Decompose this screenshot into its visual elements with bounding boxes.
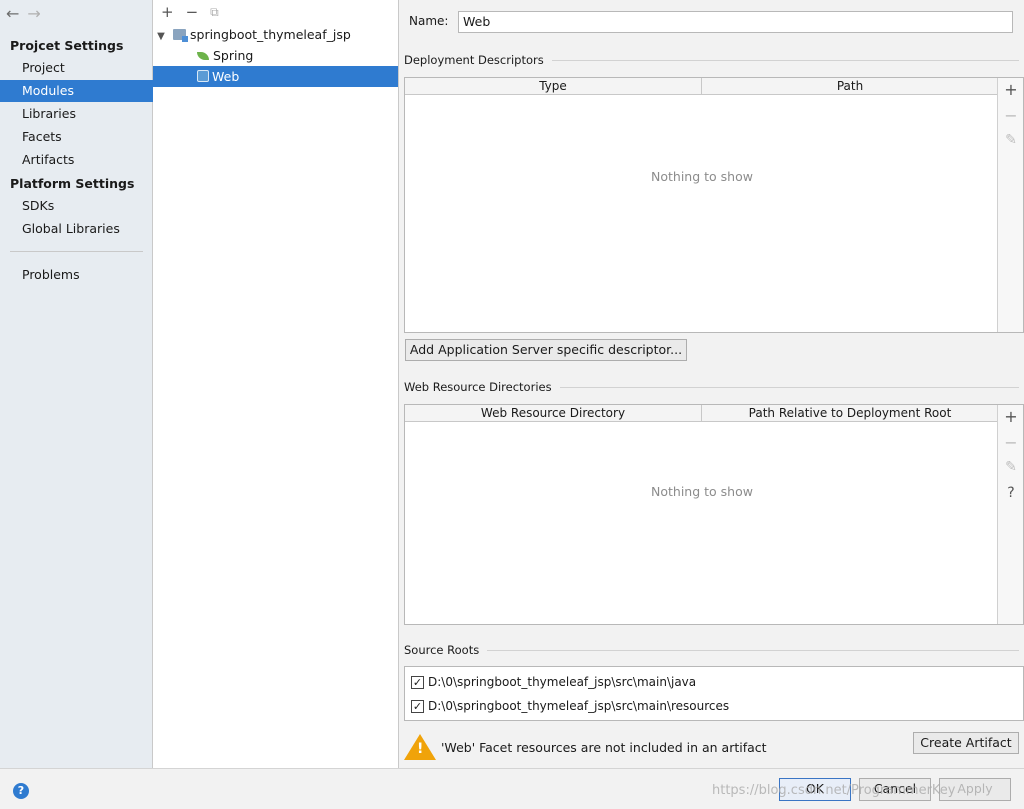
- add-descriptor-button[interactable]: Add Application Server specific descript…: [405, 339, 687, 361]
- sidebar-item-global-libraries[interactable]: Global Libraries: [0, 218, 153, 240]
- source-roots-list: ✓ D:\0\springboot_thymeleaf_jsp\src\main…: [404, 666, 1024, 721]
- spring-leaf-icon: [197, 52, 209, 60]
- tree-node-label: springboot_thymeleaf_jsp: [190, 27, 351, 42]
- pencil-icon: ✎: [1005, 132, 1017, 148]
- tree-node-module[interactable]: ▼ springboot_thymeleaf_jsp: [153, 24, 398, 45]
- source-root-path: D:\0\springboot_thymeleaf_jsp\src\main\j…: [428, 675, 697, 689]
- minus-icon: −: [1004, 433, 1018, 452]
- arrow-right-icon[interactable]: →: [27, 4, 40, 24]
- plus-icon[interactable]: +: [998, 407, 1024, 426]
- table-toolbar: + − ✎ ?: [997, 405, 1023, 624]
- plus-icon[interactable]: +: [161, 3, 174, 21]
- sidebar-divider: [10, 251, 143, 252]
- checkbox-checked[interactable]: ✓: [411, 675, 424, 689]
- source-root-path: D:\0\springboot_thymeleaf_jsp\src\main\r…: [428, 699, 730, 713]
- help-icon[interactable]: ?: [13, 783, 29, 799]
- sidebar-item-artifacts[interactable]: Artifacts: [0, 149, 153, 171]
- warning-icon: !: [404, 734, 436, 760]
- project-settings-header: Projcet Settings: [10, 38, 124, 53]
- watermark-text: https://blog.csdn.net/ProgrammerKey: [712, 783, 956, 798]
- checkbox-checked[interactable]: ✓: [411, 699, 424, 713]
- tree-node-label: Web: [212, 69, 240, 84]
- deployment-descriptors-table[interactable]: Type Path Nothing to show + − ✎: [404, 77, 1024, 333]
- deployment-descriptors-title: Deployment Descriptors: [404, 53, 1019, 67]
- source-roots-title: Source Roots: [404, 643, 1019, 657]
- sidebar-item-project[interactable]: Project: [0, 57, 153, 79]
- column-header-deployment-path[interactable]: Path Relative to Deployment Root: [702, 405, 999, 421]
- create-artifact-button[interactable]: Create Artifact: [913, 732, 1019, 754]
- column-header-web-resource-directory[interactable]: Web Resource Directory: [405, 405, 702, 421]
- chevron-down-icon[interactable]: ▼: [155, 26, 167, 47]
- module-tree-panel: + − ⧉ ▼ springboot_thymeleaf_jsp Spring W…: [153, 0, 399, 768]
- facet-details: Name: Web Deployment Descriptors Type Pa…: [399, 0, 1024, 768]
- plus-icon[interactable]: +: [998, 80, 1024, 99]
- empty-message: Nothing to show: [651, 484, 753, 499]
- dialog-footer: ? OK Cancel Apply https://blog.csdn.net/…: [0, 768, 1024, 809]
- tree-node-spring[interactable]: Spring: [153, 45, 398, 66]
- arrow-left-icon[interactable]: ←: [6, 4, 19, 24]
- warning-message: 'Web' Facet resources are not included i…: [441, 740, 767, 755]
- empty-message: Nothing to show: [651, 169, 753, 184]
- sidebar-item-libraries[interactable]: Libraries: [0, 103, 153, 125]
- source-root-item[interactable]: ✓ D:\0\springboot_thymeleaf_jsp\src\main…: [411, 696, 729, 716]
- name-label: Name:: [409, 14, 449, 28]
- web-resource-directories-table[interactable]: Web Resource Directory Path Relative to …: [404, 404, 1024, 625]
- table-header: Type Path: [405, 78, 999, 95]
- nav-arrows: ← →: [6, 4, 41, 24]
- table-header: Web Resource Directory Path Relative to …: [405, 405, 999, 422]
- source-root-item[interactable]: ✓ D:\0\springboot_thymeleaf_jsp\src\main…: [411, 672, 696, 692]
- sidebar-item-facets[interactable]: Facets: [0, 126, 153, 148]
- column-header-path[interactable]: Path: [702, 78, 999, 94]
- settings-sidebar: ← → Projcet Settings Project Modules Lib…: [0, 0, 153, 768]
- pencil-icon: ✎: [1005, 459, 1017, 475]
- platform-settings-header: Platform Settings: [10, 176, 135, 191]
- column-header-type[interactable]: Type: [405, 78, 702, 94]
- web-resource-directories-title: Web Resource Directories: [404, 380, 1019, 394]
- sidebar-item-problems[interactable]: Problems: [0, 264, 153, 286]
- web-facet-icon: [197, 70, 209, 82]
- tree-node-web[interactable]: Web: [153, 66, 398, 87]
- minus-icon[interactable]: −: [186, 3, 199, 21]
- tree-node-label: Spring: [213, 48, 254, 63]
- copy-icon[interactable]: ⧉: [210, 5, 219, 20]
- name-field[interactable]: Web: [458, 11, 1013, 33]
- tree-toolbar: + − ⧉: [153, 0, 399, 24]
- help-icon[interactable]: ?: [998, 485, 1024, 501]
- sidebar-item-sdks[interactable]: SDKs: [0, 195, 153, 217]
- minus-icon: −: [1004, 106, 1018, 125]
- table-toolbar: + − ✎: [997, 78, 1023, 332]
- module-folder-icon: [173, 29, 188, 42]
- sidebar-item-modules[interactable]: Modules: [0, 80, 153, 102]
